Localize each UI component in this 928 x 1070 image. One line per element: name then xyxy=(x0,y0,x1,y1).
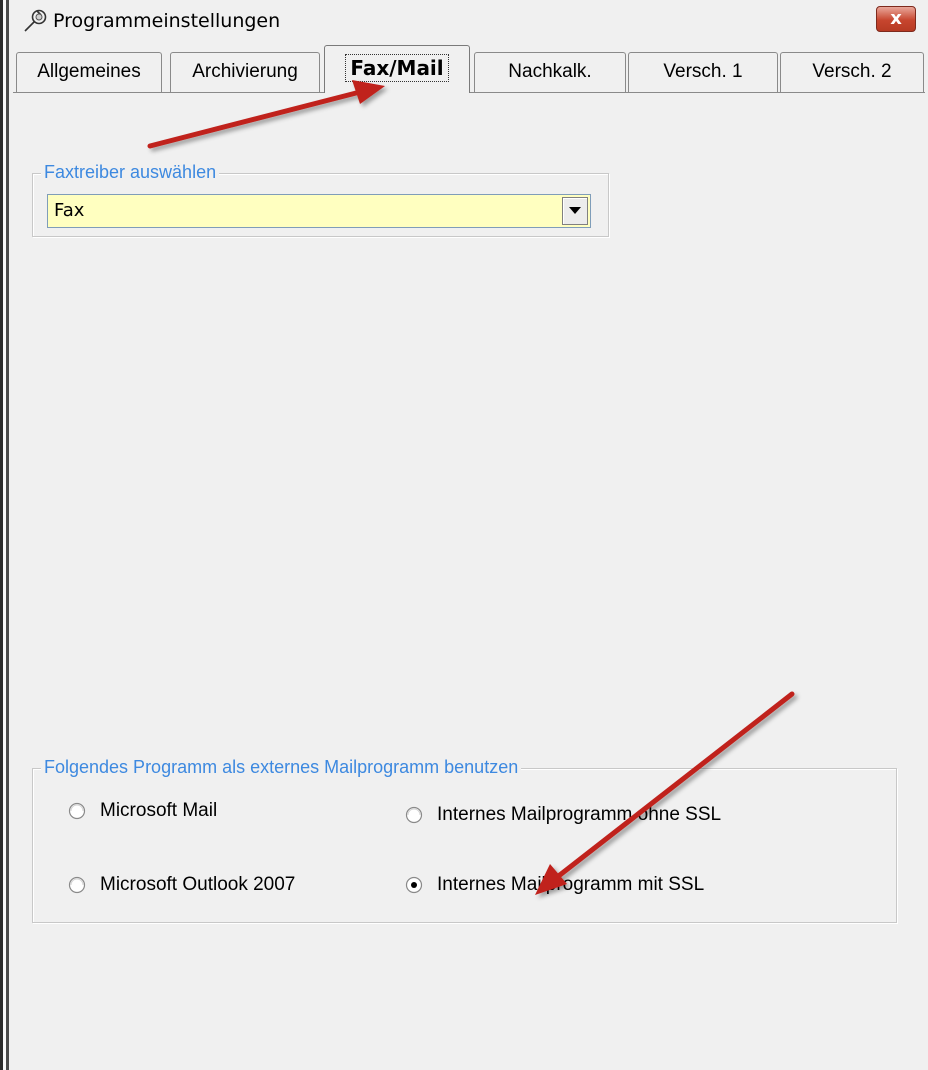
close-button[interactable]: x xyxy=(876,6,916,32)
title-bar[interactable]: Programmeinstellungen x xyxy=(9,0,928,42)
fax-driver-dropdown-button[interactable] xyxy=(562,197,588,225)
mail-program-group-title: Folgendes Programm als externes Mailprog… xyxy=(41,757,522,778)
tab-label: Nachkalk. xyxy=(508,61,592,82)
radio-unchecked-icon xyxy=(405,806,423,824)
wrench-icon xyxy=(21,8,49,34)
settings-window: Programmeinstellungen x Allgemeines Arch… xyxy=(0,0,928,1070)
radio-checked-icon xyxy=(405,876,423,894)
tab-versch-2[interactable]: Versch. 2 xyxy=(780,52,924,92)
fax-driver-group-title: Faxtreiber auswählen xyxy=(41,162,220,183)
tab-panel-fax-mail: Faxtreiber auswählen Fax Folgendes Progr… xyxy=(13,92,925,1069)
tab-label: Versch. 2 xyxy=(812,61,892,82)
tab-versch-1[interactable]: Versch. 1 xyxy=(628,52,778,92)
fax-driver-select[interactable]: Fax xyxy=(47,194,591,228)
tab-nachkalk[interactable]: Nachkalk. xyxy=(474,52,626,92)
radio-unchecked-icon xyxy=(68,802,86,820)
mail-program-group: Folgendes Programm als externes Mailprog… xyxy=(32,757,897,923)
tab-label: Archivierung xyxy=(192,61,298,82)
tab-label: Fax/Mail xyxy=(345,54,449,82)
tab-allgemeines[interactable]: Allgemeines xyxy=(16,52,162,92)
radio-label: Internes Mailprogramm ohne SSL xyxy=(437,804,722,825)
window-left-border-inner xyxy=(6,0,9,1070)
fax-driver-value: Fax xyxy=(54,200,85,221)
window-title: Programmeinstellungen xyxy=(53,10,281,32)
fax-driver-group: Faxtreiber auswählen Fax xyxy=(32,162,609,237)
close-icon: x xyxy=(890,8,902,29)
radio-unchecked-icon xyxy=(68,876,86,894)
radio-label: Internes Mailprogramm mit SSL xyxy=(437,874,705,895)
tab-label: Versch. 1 xyxy=(663,61,743,82)
tab-label: Allgemeines xyxy=(37,61,141,82)
tab-fax-mail[interactable]: Fax/Mail xyxy=(324,45,470,93)
chevron-down-icon xyxy=(569,207,581,214)
tab-archivierung[interactable]: Archivierung xyxy=(170,52,320,92)
radio-label: Microsoft Mail xyxy=(100,800,218,821)
radio-label: Microsoft Outlook 2007 xyxy=(100,874,296,895)
